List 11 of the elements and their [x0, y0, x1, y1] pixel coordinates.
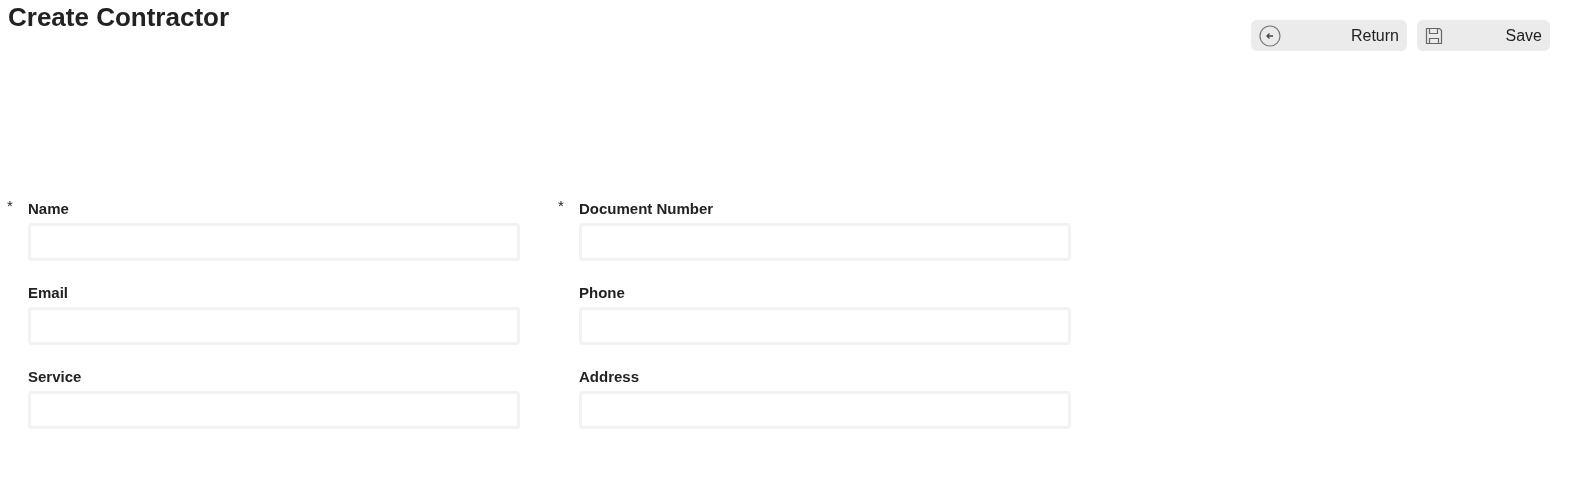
field-label: Name [28, 200, 69, 217]
field-label: Email [28, 284, 69, 301]
field-label: Service [28, 368, 82, 385]
save-button[interactable]: Save [1417, 20, 1550, 51]
page-title: Create Contractor [8, 1, 230, 34]
field-label: Document Number [579, 200, 714, 217]
required-mark: * [558, 197, 564, 215]
required-mark: * [7, 197, 13, 215]
field-label: Address [579, 368, 640, 385]
return-button[interactable]: Return [1251, 20, 1407, 51]
field-label: Phone [579, 284, 625, 301]
